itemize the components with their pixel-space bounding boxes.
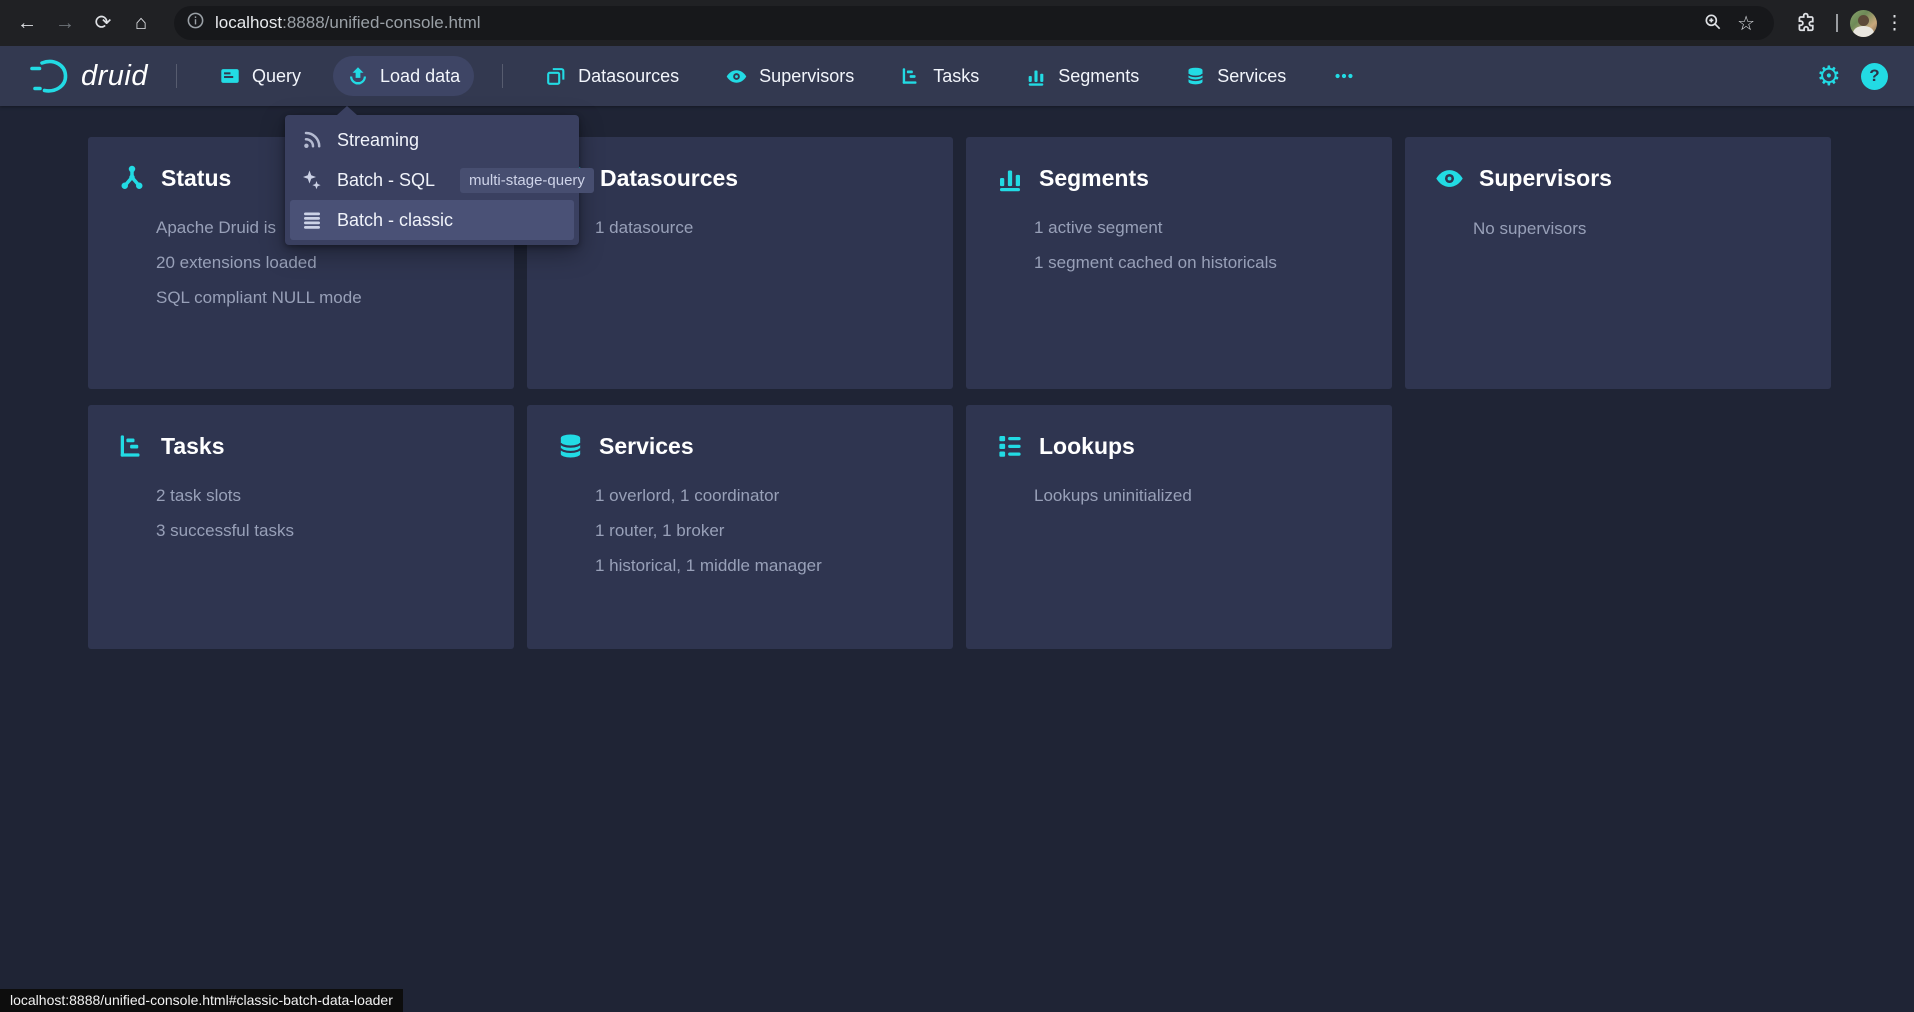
link-preview-statusbar: localhost:8888/unified-console.html#clas…: [0, 989, 403, 1012]
list-lines-icon: [300, 208, 324, 232]
druid-logo[interactable]: druid: [28, 56, 148, 96]
nav-item-supervisors[interactable]: Supervisors: [711, 56, 868, 97]
nav-divider: [502, 64, 503, 88]
tasks-icon: [117, 431, 147, 461]
forward-button[interactable]: →: [46, 4, 84, 42]
streaming-icon: [300, 128, 324, 152]
lookups-card[interactable]: Lookups Lookups uninitialized: [966, 405, 1392, 649]
msq-badge: multi-stage-query: [460, 168, 594, 193]
segments-icon: [995, 163, 1025, 193]
card-title: Services: [599, 433, 694, 460]
status-line: SQL compliant NULL mode: [156, 289, 494, 307]
help-icon[interactable]: ?: [1861, 63, 1888, 90]
status-icon: [117, 163, 147, 193]
site-info-icon[interactable]: [186, 11, 205, 35]
nav-item-segments[interactable]: Segments: [1011, 56, 1153, 96]
menu-item-batch-sql[interactable]: Batch - SQL multi-stage-query: [290, 160, 574, 200]
datasources-line: 1 datasource: [595, 219, 933, 237]
card-title: Supervisors: [1479, 165, 1612, 192]
services-icon: [1185, 65, 1206, 87]
back-button[interactable]: ←: [8, 4, 46, 42]
card-title: Tasks: [161, 433, 225, 460]
nav-item-services[interactable]: Services: [1171, 56, 1300, 96]
services-icon: [556, 431, 585, 461]
brand-name: druid: [81, 60, 148, 93]
reload-button[interactable]: ⟳: [84, 4, 122, 42]
sparkles-icon: [300, 168, 324, 192]
gear-icon[interactable]: ⚙: [1817, 63, 1841, 90]
lookups-icon: [995, 431, 1025, 461]
nav-item-datasources[interactable]: Datasources: [531, 56, 693, 96]
browser-toolbar: ← → ⟳ ⌂ localhost:8888/unified-console.h…: [0, 0, 1914, 46]
supervisors-icon: [725, 65, 748, 88]
status-line: 20 extensions loaded: [156, 254, 494, 272]
load-data-icon: [347, 65, 369, 87]
segments-card[interactable]: Segments 1 active segment 1 segment cach…: [966, 137, 1392, 389]
card-title: Status: [161, 165, 231, 192]
services-line: 1 router, 1 broker: [595, 522, 933, 540]
home-button[interactable]: ⌂: [122, 4, 160, 42]
segments-line: 1 active segment: [1034, 219, 1372, 237]
tasks-line: 2 task slots: [156, 487, 494, 505]
services-line: 1 overlord, 1 coordinator: [595, 487, 933, 505]
url-text: localhost:8888/unified-console.html: [215, 13, 481, 33]
browser-menu-icon[interactable]: ⋮: [1885, 12, 1904, 35]
toolbar-right: ⋮: [1788, 9, 1914, 38]
tasks-line: 3 successful tasks: [156, 522, 494, 540]
query-icon: [219, 65, 241, 87]
address-bar[interactable]: localhost:8888/unified-console.html ☆: [174, 6, 1774, 40]
services-card[interactable]: Services 1 overlord, 1 coordinator 1 rou…: [527, 405, 953, 649]
more-icon: [1332, 65, 1356, 87]
segments-line: 1 segment cached on historicals: [1034, 254, 1372, 272]
nav-divider: [176, 64, 177, 88]
lookups-line: Lookups uninitialized: [1034, 487, 1372, 505]
supervisors-icon: [1434, 163, 1465, 194]
nav-more-button[interactable]: [1318, 56, 1370, 96]
segments-icon: [1025, 65, 1047, 87]
load-data-menu: Streaming Batch - SQL multi-stage-query …: [285, 115, 579, 245]
nav-item-query[interactable]: Query: [205, 56, 315, 96]
menu-item-streaming[interactable]: Streaming: [290, 120, 574, 160]
nav-item-load-data[interactable]: Load data: [333, 56, 474, 96]
bookmark-star-icon[interactable]: ☆: [1730, 9, 1762, 38]
druid-navbar: druid Query Load data Datasources Superv…: [0, 46, 1914, 106]
druid-logo-icon: [28, 56, 72, 96]
supervisors-line: No supervisors: [1473, 220, 1811, 238]
services-line: 1 historical, 1 middle manager: [595, 557, 933, 575]
datasources-icon: [545, 65, 567, 87]
profile-avatar[interactable]: [1850, 10, 1877, 37]
toolbar-divider: [1836, 14, 1838, 32]
nav-right: ⚙ ?: [1817, 46, 1914, 106]
card-title: Segments: [1039, 165, 1149, 192]
extensions-icon[interactable]: [1788, 9, 1824, 38]
tasks-card[interactable]: Tasks 2 task slots 3 successful tasks: [88, 405, 514, 649]
nav-item-tasks[interactable]: Tasks: [886, 56, 993, 96]
card-title: Datasources: [600, 165, 738, 192]
supervisors-card[interactable]: Supervisors No supervisors: [1405, 137, 1831, 389]
menu-item-batch-classic[interactable]: Batch - classic: [290, 200, 574, 240]
zoom-icon[interactable]: [1696, 10, 1730, 37]
card-title: Lookups: [1039, 433, 1135, 460]
tasks-icon: [900, 65, 922, 87]
